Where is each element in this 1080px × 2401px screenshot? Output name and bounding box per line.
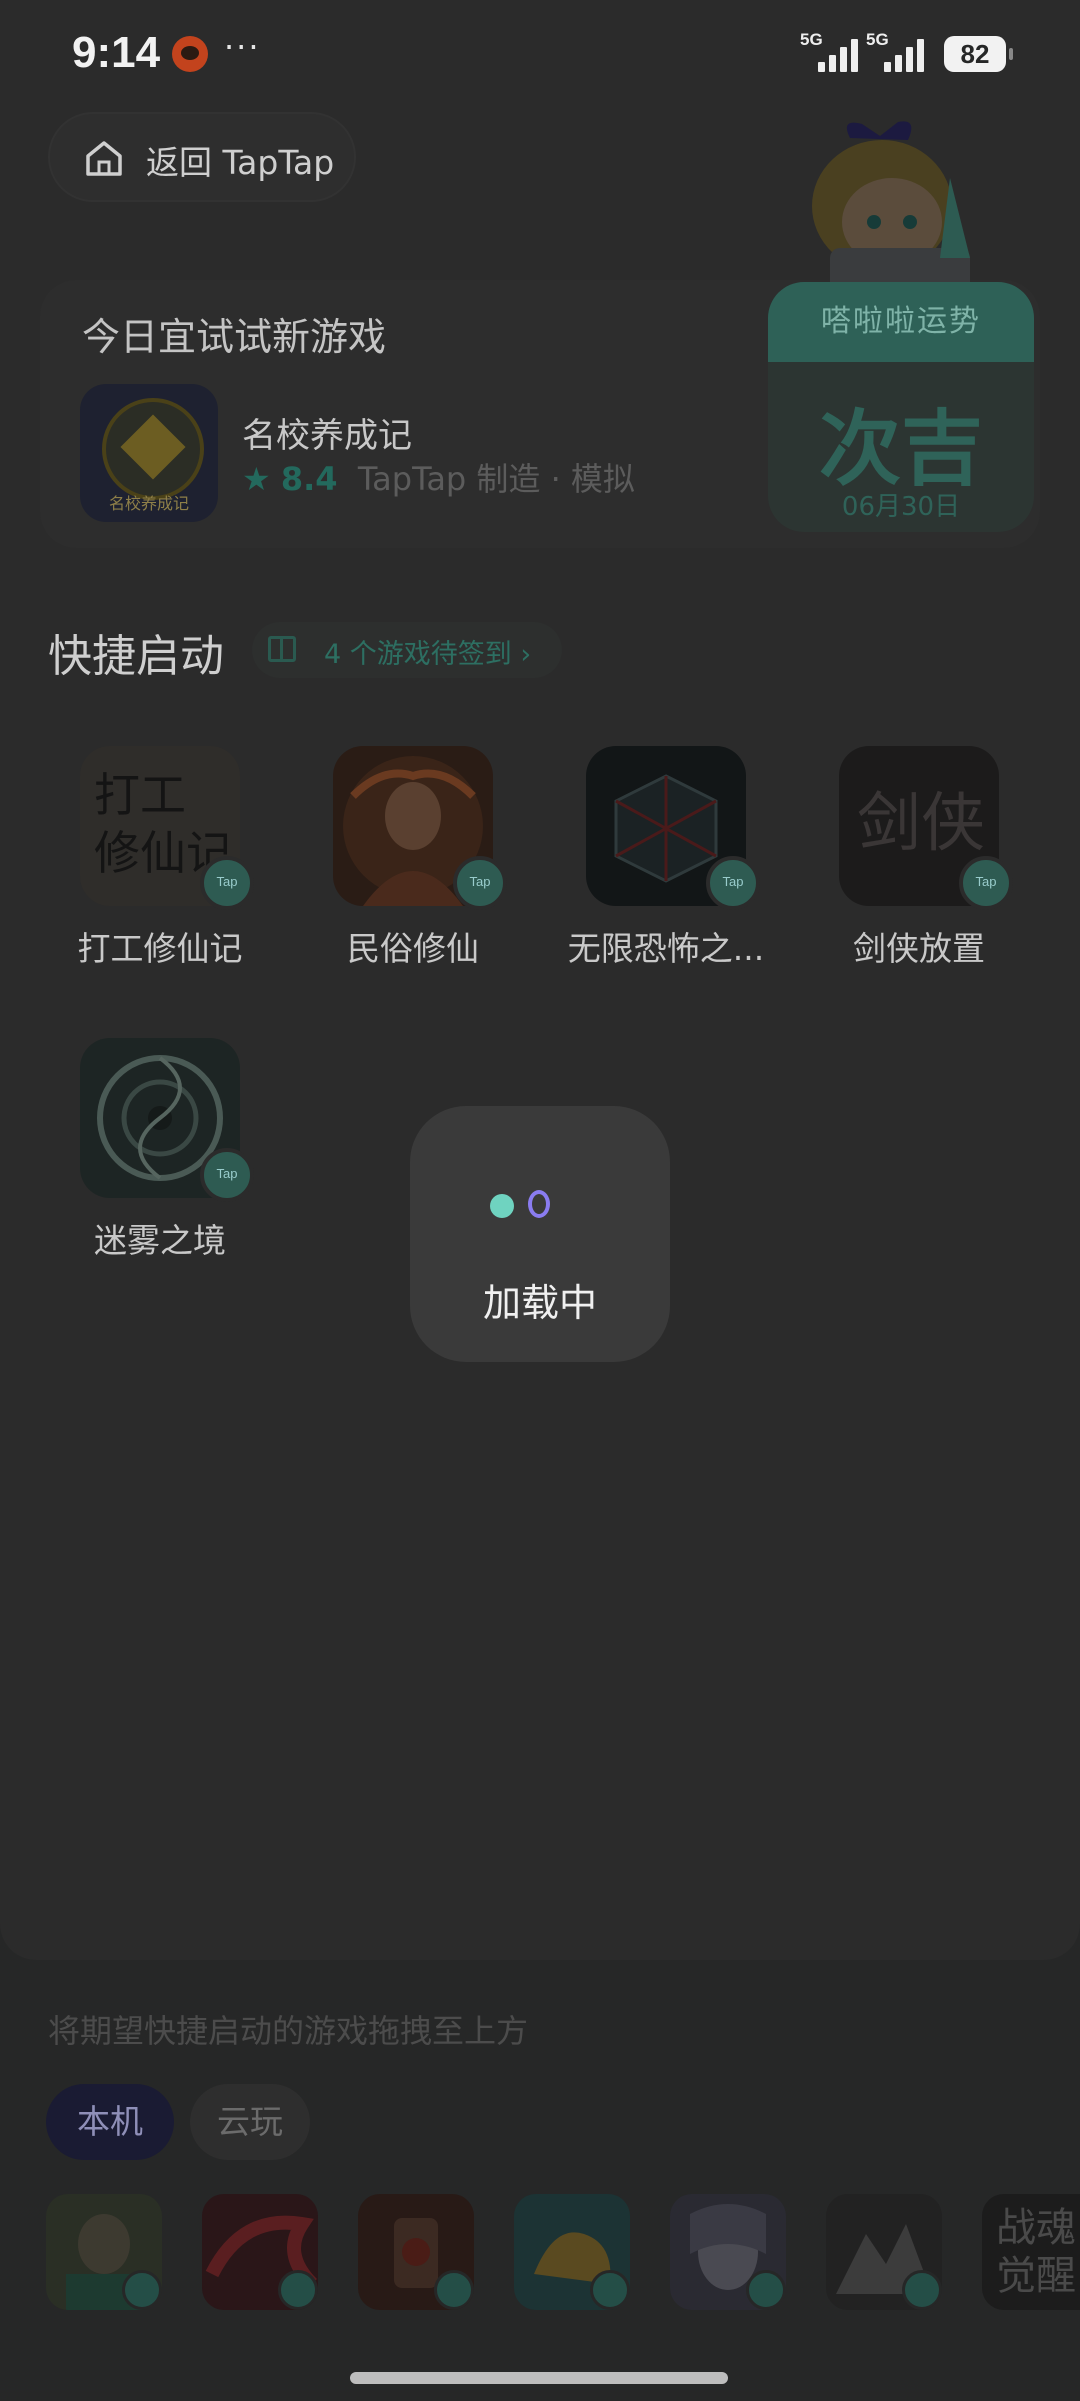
drag-hint: 将期望快捷启动的游戏拖拽至上方 <box>48 2012 529 2050</box>
daily-game-meta: ★ 8.4 TapTap 制造 · 模拟 <box>242 454 635 500</box>
tab-cloud[interactable]: 云玩 <box>190 2084 310 2160</box>
taptap-badge-icon <box>200 856 254 910</box>
taptap-badge-icon <box>453 856 507 910</box>
loading-toast: 加载中 <box>410 1106 670 1362</box>
rating: 8.4 <box>280 460 338 498</box>
checkin-label: 4 个游戏待签到 › <box>324 639 532 670</box>
daily-game-tags: TapTap 制造 · 模拟 <box>357 460 635 498</box>
weibo-notification-icon <box>172 36 208 72</box>
loading-ring-icon <box>528 1190 550 1218</box>
daily-title: 今日宜试试新游戏 <box>82 315 387 359</box>
checkin-button[interactable]: 4 个游戏待签到 › <box>252 622 562 678</box>
taptap-badge-icon <box>122 2270 162 2310</box>
fortune-title: 嗒啦啦运势 <box>768 282 1034 362</box>
taptap-badge-icon <box>902 2270 942 2310</box>
daily-game-icon[interactable]: 名校养成记 <box>80 384 218 522</box>
local-game-1[interactable] <box>46 2194 162 2310</box>
local-game-4[interactable] <box>514 2194 630 2310</box>
loading-dot-icon <box>490 1194 514 1218</box>
emblem-icon <box>102 398 204 500</box>
taptap-badge-icon <box>959 856 1013 910</box>
taptap-badge-icon <box>590 2270 630 2310</box>
back-label: 返回 TapTap <box>146 143 335 182</box>
local-game-6[interactable] <box>826 2194 942 2310</box>
quick-launch-title: 快捷启动 <box>48 631 224 682</box>
tab-local[interactable]: 本机 <box>46 2084 174 2160</box>
taptap-badge-icon <box>200 1148 254 1202</box>
fortune-date: 06月30日 <box>841 492 961 522</box>
taptap-badge-icon <box>434 2270 474 2310</box>
local-game-2[interactable] <box>202 2194 318 2310</box>
fortune-widget[interactable]: 嗒啦啦运势 次吉 06月30日 <box>768 282 1034 532</box>
taptap-badge-icon <box>746 2270 786 2310</box>
home-icon <box>86 141 122 176</box>
home-indicator[interactable] <box>350 2372 728 2384</box>
daily-game-name: 名校养成记 <box>242 416 412 456</box>
status-bar: 9:14 ··· 5G 5G 82 <box>0 0 1080 110</box>
taptap-badge-icon <box>278 2270 318 2310</box>
fortune-result: 次吉 <box>818 401 983 497</box>
local-game-3[interactable] <box>358 2194 474 2310</box>
mascot-character-icon <box>812 121 970 294</box>
back-to-taptap-button[interactable]: 返回 TapTap <box>48 112 356 202</box>
status-time: 9:14 <box>72 28 161 77</box>
more-notifications-icon: ··· <box>224 28 261 66</box>
star-icon: ★ <box>242 460 271 498</box>
local-game-5[interactable] <box>670 2194 786 2310</box>
battery-icon: 82 <box>944 36 1013 72</box>
taptap-badge-icon <box>706 856 760 910</box>
loading-label: 加载中 <box>482 1281 597 1325</box>
gift-icon <box>268 636 296 662</box>
local-game-7[interactable]: 战魂 觉醒 <box>982 2194 1080 2310</box>
